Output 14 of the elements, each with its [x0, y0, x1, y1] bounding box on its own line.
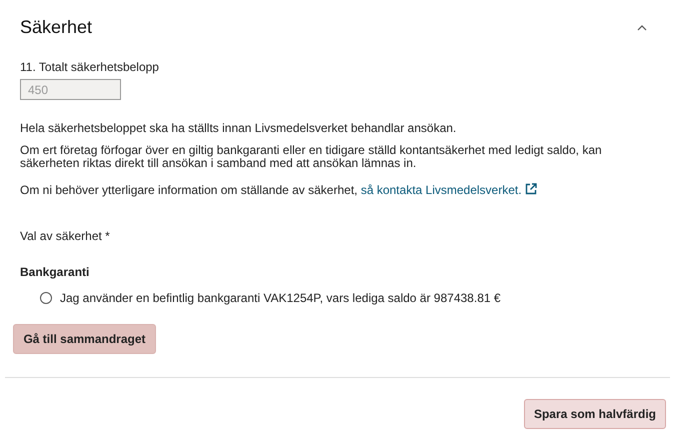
summary-button[interactable]: Gå till sammandraget: [13, 324, 156, 354]
caret-icon[interactable]: [637, 24, 647, 30]
external-link-icon: [524, 183, 537, 195]
save-draft-button[interactable]: Spara som halvfärdig: [524, 399, 666, 429]
info-text: Hela säkerhetsbeloppet ska ha ställts innan Livsmedelsverket behandlar ansökan.: [20, 122, 458, 135]
field-label: 11. Totalt säkerhetsbelopp: [20, 60, 160, 74]
info-text: Om ert företag förfogar över en giltig bankgaranti eller en tidigare ställd kontantsäkerhet med ledigt saldo, kan säkerheten riktas direkt till ansökan i samband med att ansökan lämnas in.: [20, 144, 603, 170]
section-title: Säkerhet: [20, 17, 92, 38]
contact-link[interactable]: så kontakta Livsmedelsverket.: [360, 183, 522, 197]
radio-label: Jag använder en befintlig bankgaranti VAK1254P, vars lediga saldo är 987438.81 €: [60, 291, 501, 305]
info-text: Om ni behöver ytterligare information om ställande av säkerhet,: [20, 183, 358, 197]
radio-button[interactable]: [40, 292, 52, 304]
group-title: Bankgaranti: [20, 265, 90, 279]
choice-label: Val av säkerhet *: [20, 229, 111, 243]
